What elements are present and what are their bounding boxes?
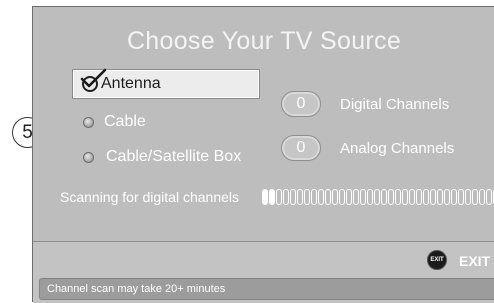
exit-label[interactable]: EXIT: [459, 253, 490, 269]
source-option-label: Antenna: [101, 75, 161, 92]
digital-channel-count: 0: [281, 91, 321, 117]
scan-progress-segment: [374, 189, 380, 205]
source-option-label: Cable/Satellite Box: [106, 148, 242, 165]
scan-progress-segment: [297, 189, 303, 205]
exit-icon-text: EXIT: [430, 257, 444, 263]
scan-progress-segment: [381, 189, 387, 205]
scan-progress-segment: [325, 189, 331, 205]
scan-progress-segment: [444, 189, 450, 205]
scan-progress-segment: [430, 189, 436, 205]
digital-channels-label: Digital Channels: [340, 96, 450, 113]
scan-progress-segment: [276, 189, 282, 205]
scan-progress-segment: [388, 189, 394, 205]
scan-progress-segment: [311, 189, 317, 205]
scan-progress-segment: [360, 189, 366, 205]
analog-channel-count: 0: [281, 135, 321, 161]
page-title: Choose Your TV Source: [126, 27, 402, 55]
scan-progress-segment: [304, 189, 310, 205]
scan-progress-segment: [283, 189, 289, 205]
scan-progress-segment: [332, 189, 338, 205]
source-option-antenna[interactable]: Antenna: [72, 68, 260, 99]
scan-progress-segment: [339, 189, 345, 205]
source-option-label: Cable: [104, 113, 146, 130]
radio-icon: [83, 116, 94, 128]
scan-progress-segment: [465, 189, 471, 205]
tv-source-screen: Choose Your TV Source Antenna Cable Cabl…: [32, 6, 494, 303]
scan-progress-segment: [262, 189, 268, 205]
scan-progress-segment: [451, 189, 457, 205]
status-bar: Channel scan may take 20+ minutes: [39, 278, 494, 300]
scan-progress-segment: [479, 189, 485, 205]
scan-progress-segment: [472, 189, 478, 205]
scan-progress-segment: [367, 189, 373, 205]
radio-selected-icon: [80, 68, 107, 92]
scan-progress-segment: [458, 189, 464, 205]
scan-progress-bar: [262, 189, 494, 207]
scan-progress-segment: [486, 189, 492, 205]
analog-channels-label: Analog Channels: [340, 140, 455, 157]
radio-icon: [83, 151, 94, 163]
footer-panel: EXIT EXIT Channel scan may take 20+ minu…: [33, 241, 494, 303]
scan-progress-segment: [318, 189, 324, 205]
exit-icon[interactable]: EXIT: [427, 250, 447, 270]
source-option-cable[interactable]: Cable: [83, 111, 146, 133]
status-message: Channel scan may take 20+ minutes: [47, 283, 226, 295]
scan-progress-segment: [269, 189, 275, 205]
scan-progress-segment: [437, 189, 443, 205]
scan-progress-segment: [409, 189, 415, 205]
scan-progress-segment: [423, 189, 429, 205]
scan-progress-segment: [416, 189, 422, 205]
scan-progress-segment: [402, 189, 408, 205]
scan-progress-segment: [353, 189, 359, 205]
scan-progress-segment: [290, 189, 296, 205]
checkmark-icon: [80, 68, 107, 88]
source-option-cable-satellite-box[interactable]: Cable/Satellite Box: [83, 146, 241, 168]
scan-progress-segment: [346, 189, 352, 205]
scan-progress-segment: [395, 189, 401, 205]
scan-status-label: Scanning for digital channels: [60, 189, 240, 205]
